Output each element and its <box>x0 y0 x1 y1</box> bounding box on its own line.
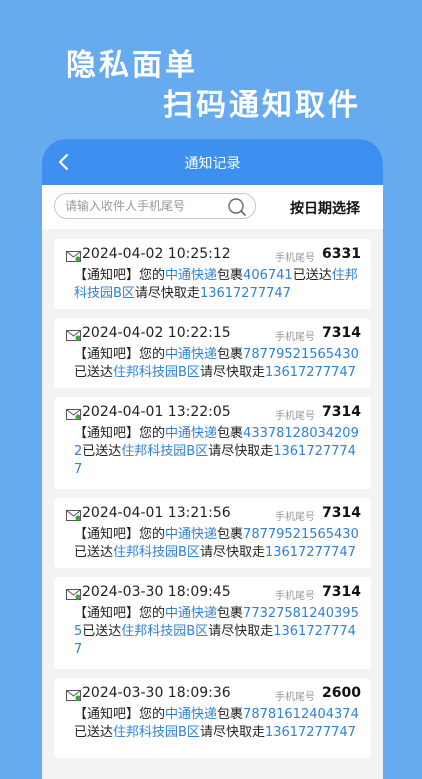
tracking-number[interactable]: 78781612404374 <box>243 707 359 722</box>
record-time: 2024-04-02 10:25:12 <box>82 246 231 262</box>
record-card[interactable]: 2024-04-01 13:22:05 手机尾号 7314 【通知吧】您的中通快… <box>54 397 371 489</box>
search-icon[interactable] <box>227 197 247 217</box>
record-time: 2024-03-30 18:09:36 <box>82 685 231 701</box>
tail-label: 手机尾号 <box>275 591 315 602</box>
tail-number: 7314 <box>322 584 361 600</box>
search-box <box>54 193 256 219</box>
record-time: 2024-04-01 13:22:05 <box>82 404 231 420</box>
tail-number: 6331 <box>322 246 361 262</box>
courier-link[interactable]: 中通快递 <box>165 606 217 621</box>
phone-link[interactable]: 13617277747 <box>265 725 356 740</box>
page-title: 通知记录 <box>184 156 241 172</box>
record-message: 【通知吧】您的中通快递包裹78781612404374已送达住邦科技园B区请尽快… <box>74 707 359 740</box>
tail-number: 7314 <box>322 325 361 341</box>
record-card[interactable]: 2024-03-30 18:09:45 手机尾号 7314 【通知吧】您的中通快… <box>54 577 371 669</box>
record-time: 2024-03-30 18:09:45 <box>82 584 231 600</box>
mail-icon <box>66 409 81 420</box>
mail-icon <box>66 330 81 341</box>
location-link[interactable]: 住邦科技园B区 <box>113 365 200 380</box>
courier-link[interactable]: 中通快递 <box>165 268 217 283</box>
record-card[interactable]: 2024-04-01 13:21:56 手机尾号 7314 【通知吧】您的中通快… <box>54 498 371 568</box>
record-message: 【通知吧】您的中通快递包裹433781280342092已送达住邦科技园B区请尽… <box>74 426 359 477</box>
tracking-number[interactable]: 78779521565430 <box>243 527 359 542</box>
location-link[interactable]: 住邦科技园B区 <box>121 624 208 639</box>
phone-link[interactable]: 13617277747 <box>200 286 291 301</box>
tracking-number[interactable]: 406741 <box>243 268 293 283</box>
courier-link[interactable]: 中通快递 <box>165 347 217 362</box>
record-message: 【通知吧】您的中通快递包裹406741已送达住邦科技园B区请尽快取走136172… <box>74 268 358 301</box>
tail-label: 手机尾号 <box>275 411 315 422</box>
courier-link[interactable]: 中通快递 <box>165 707 217 722</box>
mail-icon <box>66 589 81 600</box>
mail-icon <box>66 690 81 701</box>
date-filter-button[interactable]: 按日期选择 <box>290 198 360 218</box>
search-input[interactable] <box>65 194 225 218</box>
tail-label: 手机尾号 <box>275 253 315 264</box>
courier-link[interactable]: 中通快递 <box>165 527 217 542</box>
tail-label: 手机尾号 <box>275 692 315 703</box>
tail-label: 手机尾号 <box>275 332 315 343</box>
phone-link[interactable]: 13617277747 <box>265 545 356 560</box>
phone-link[interactable]: 13617277747 <box>265 365 356 380</box>
tail-number: 7314 <box>322 404 361 420</box>
mail-icon <box>66 251 81 262</box>
promo-title: 隐私面单 <box>66 48 198 83</box>
search-bar: 按日期选择 <box>42 185 383 229</box>
record-time: 2024-04-02 10:22:15 <box>82 325 231 341</box>
tail-number: 7314 <box>322 505 361 521</box>
record-card[interactable]: 2024-04-02 10:25:12 手机尾号 6331 【通知吧】您的中通快… <box>54 239 371 309</box>
location-link[interactable]: 住邦科技园B区 <box>113 545 200 560</box>
mail-icon <box>66 510 81 521</box>
record-message: 【通知吧】您的中通快递包裹78779521565430已送达住邦科技园B区请尽快… <box>74 347 359 380</box>
record-time: 2024-04-01 13:21:56 <box>82 505 231 521</box>
location-link[interactable]: 住邦科技园B区 <box>121 444 208 459</box>
tracking-number[interactable]: 78779521565430 <box>243 347 359 362</box>
promo-subtitle: 扫码通知取件 <box>163 88 361 123</box>
record-card[interactable]: 2024-03-30 18:09:36 手机尾号 2600 【通知吧】您的中通快… <box>54 678 371 758</box>
phone-screen: 通知记录 按日期选择 2024-04-02 10:25:12 手机尾号 6331… <box>42 139 383 779</box>
tail-label: 手机尾号 <box>275 512 315 523</box>
record-message: 【通知吧】您的中通快递包裹773275812403955已送达住邦科技园B区请尽… <box>74 606 359 657</box>
location-link[interactable]: 住邦科技园B区 <box>113 725 200 740</box>
record-card[interactable]: 2024-04-02 10:22:15 手机尾号 7314 【通知吧】您的中通快… <box>54 318 371 388</box>
courier-link[interactable]: 中通快递 <box>165 426 217 441</box>
record-message: 【通知吧】您的中通快递包裹78779521565430已送达住邦科技园B区请尽快… <box>74 527 359 560</box>
tail-number: 2600 <box>322 685 361 701</box>
navbar: 通知记录 <box>42 139 383 185</box>
